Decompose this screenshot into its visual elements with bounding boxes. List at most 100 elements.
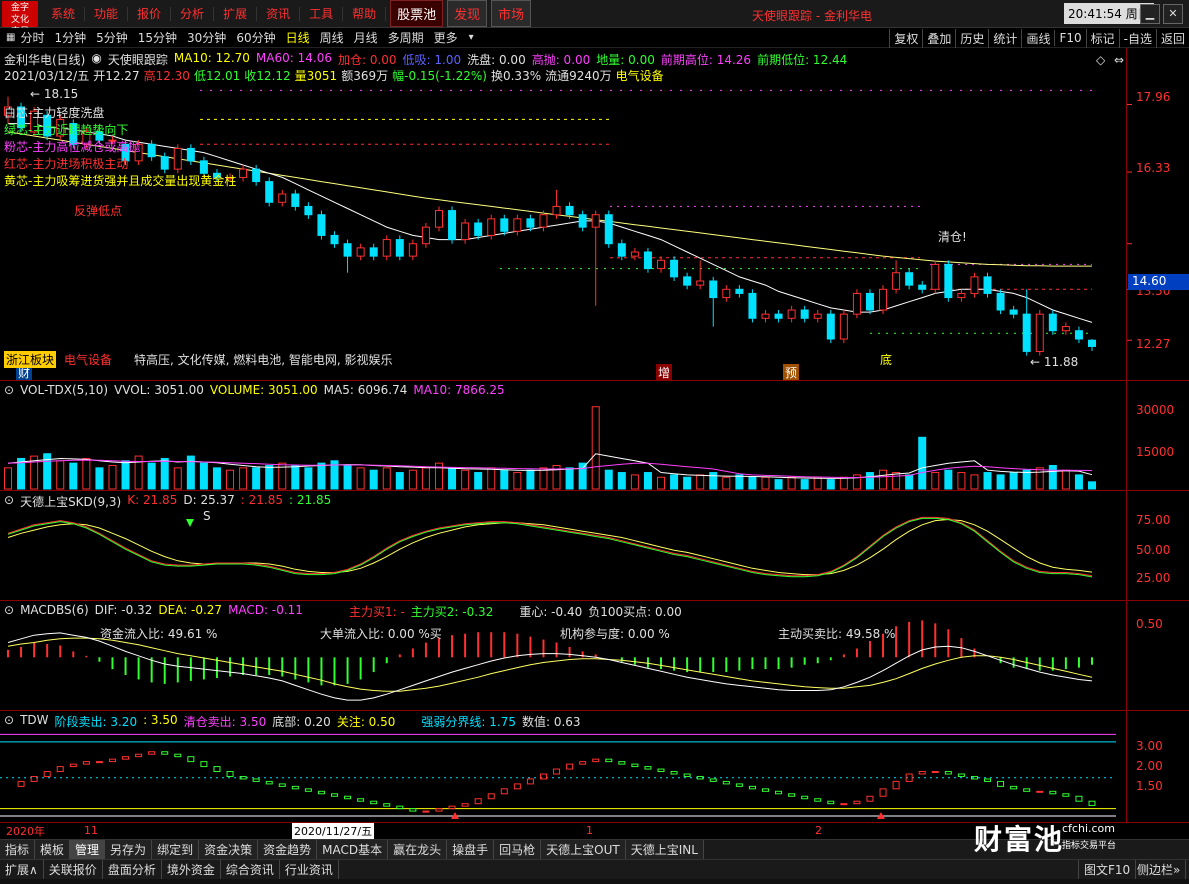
btab-general-news[interactable]: 综合资讯: [221, 860, 280, 879]
expand-icon[interactable]: ⇔: [1114, 53, 1124, 67]
price-pane[interactable]: 金利华电(日线) ◉ 天使眼跟踪 MA10: 12.70 MA60: 14.06…: [0, 48, 1189, 381]
tdw-name[interactable]: TDW: [20, 713, 48, 730]
diamond-icon[interactable]: ◇: [1096, 53, 1105, 67]
yu-badge[interactable]: 预: [783, 364, 800, 381]
btab-related-quote[interactable]: 关联报价: [44, 860, 103, 879]
f10-button[interactable]: F10: [1054, 30, 1085, 46]
menu-tools[interactable]: 工具: [300, 6, 344, 21]
volume-chart[interactable]: [0, 381, 1189, 491]
tf-15min[interactable]: 15分钟: [133, 29, 182, 46]
grid-icon[interactable]: ▦: [6, 32, 15, 43]
skd-name[interactable]: 天德上宝SKD(9,3): [20, 493, 121, 510]
candle-body: [408, 243, 417, 257]
itab-manage[interactable]: 管理: [70, 840, 106, 859]
itab-trader[interactable]: 操盘手: [447, 840, 495, 859]
sector-tag[interactable]: 电气设备: [64, 351, 112, 368]
menu-analysis[interactable]: 分析: [171, 6, 215, 21]
itab-saveas[interactable]: 另存为: [105, 840, 153, 859]
candle-body: [448, 210, 457, 241]
itab-template[interactable]: 模板: [35, 840, 71, 859]
btab-sidebar[interactable]: 侧边栏»: [1132, 860, 1187, 879]
btab-foreign-funds[interactable]: 境外资金: [162, 860, 221, 879]
discover-button[interactable]: 发现: [447, 0, 488, 27]
pane-collapse-icon[interactable]: ⊙: [4, 493, 14, 510]
btab-f10[interactable]: 图文F10: [1078, 860, 1137, 879]
history-button[interactable]: 历史: [955, 28, 988, 48]
watermark-logo: 财富池: [974, 823, 1065, 856]
macd-name[interactable]: MACDBS(6): [20, 603, 89, 620]
tf-60min[interactable]: 60分钟: [231, 29, 280, 46]
overlay-button[interactable]: 叠加: [922, 28, 955, 48]
btab-industry-news[interactable]: 行业资讯: [280, 860, 339, 879]
region-tag[interactable]: 浙江板块: [4, 351, 57, 368]
eye-icon: ◉: [91, 51, 102, 65]
adjust-button[interactable]: 复权: [889, 28, 922, 48]
low-marker-text: 11.88: [1043, 355, 1079, 369]
tdw-step: [108, 758, 116, 763]
volume-bar: [1048, 465, 1057, 490]
itab-tdsb-out[interactable]: 天德上宝OUT: [541, 840, 626, 859]
indicator-name[interactable]: 天使眼跟踪: [108, 51, 168, 68]
itab-fund-decision[interactable]: 资金决策: [199, 840, 259, 859]
zeng-badge[interactable]: 增: [656, 364, 673, 381]
minimize-icon[interactable]: ▁: [1140, 4, 1160, 24]
tdw-step: [605, 758, 613, 763]
draw-button[interactable]: 画线: [1021, 28, 1054, 48]
legend-white: 白芯-主力轻度洗盘: [4, 106, 105, 120]
volume-bar: [1088, 481, 1096, 490]
vol-name[interactable]: VOL-TDX(5,10): [20, 383, 108, 397]
pane-collapse-icon[interactable]: ⊙: [4, 713, 14, 730]
macd-pane[interactable]: ⊙ MACDBS(6) DIF: -0.32 DEA: -0.27 MACD: …: [0, 600, 1189, 711]
volume-pane[interactable]: ⊙ VOL-TDX(5,10) VVOL: 3051.00 VOLUME: 30…: [0, 380, 1189, 491]
candlestick-chart[interactable]: [0, 48, 1189, 380]
tf-multi[interactable]: 多周期: [383, 29, 429, 46]
tdw-pane[interactable]: ⊙ TDW 阶段卖出: 3.20 : 3.50 清仓卖出: 3.50 底部: 0…: [0, 710, 1189, 823]
vol-ma5-line: [7, 453, 1093, 479]
pane-collapse-icon[interactable]: ⊙: [4, 383, 14, 397]
tdw-step: [722, 780, 730, 785]
stock-pool-button[interactable]: 股票池: [390, 0, 444, 27]
btab-extend[interactable]: 扩展∧: [0, 860, 44, 879]
market-button[interactable]: 市场: [491, 0, 532, 27]
tf-weekly[interactable]: 周线: [315, 29, 349, 46]
menu-info[interactable]: 资讯: [257, 6, 301, 21]
menu-quote[interactable]: 报价: [128, 6, 172, 21]
itab-huimaqiang[interactable]: 回马枪: [494, 840, 542, 859]
tf-monthly[interactable]: 月线: [349, 29, 383, 46]
watchlist-button[interactable]: -自选: [1118, 28, 1156, 48]
itab-bind[interactable]: 绑定到: [152, 840, 200, 859]
tf-daily[interactable]: 日线: [281, 29, 315, 46]
stats-button[interactable]: 统计: [988, 28, 1021, 48]
itab-leader[interactable]: 赢在龙头: [388, 840, 448, 859]
itab-macd-basic[interactable]: MACD基本: [317, 840, 389, 859]
tf-5min[interactable]: 5分钟: [91, 29, 133, 46]
menu-extension[interactable]: 扩展: [214, 6, 258, 21]
date-month-11: 11: [84, 824, 98, 837]
tdw-step: [252, 778, 260, 782]
back-button[interactable]: 返回: [1155, 28, 1189, 48]
stock-title[interactable]: 金利华电(日线): [4, 51, 85, 68]
menu-function[interactable]: 功能: [85, 6, 129, 21]
low-absorb-value: 低吸: 1.00: [402, 53, 462, 67]
pane-collapse-icon[interactable]: ⊙: [4, 603, 14, 620]
high-marker-text: 18.15: [43, 87, 79, 101]
tf-1min[interactable]: 1分钟: [49, 29, 91, 46]
tf-more[interactable]: 更多: [429, 29, 463, 46]
tf-timeshare[interactable]: 分时: [15, 29, 49, 46]
active-buy-ratio: 主动买卖比: 49.58 %: [778, 627, 896, 641]
vol-ma10-line: [7, 459, 1093, 478]
skd-pane[interactable]: ⊙ 天德上宝SKD(9,3) K: 21.85 D: 25.37 : 21.85…: [0, 490, 1189, 601]
btab-market-analysis[interactable]: 盘面分析: [103, 860, 162, 879]
app-logo[interactable]: 金字文化交易: [2, 0, 38, 37]
menu-system[interactable]: 系统: [42, 6, 86, 21]
itab-fund-trend[interactable]: 资金趋势: [258, 840, 318, 859]
itab-tdsb-inl[interactable]: 天德上宝INL: [625, 840, 704, 859]
candle-body: [578, 214, 587, 228]
chevron-down-icon[interactable]: ▾: [469, 32, 474, 43]
menu-help[interactable]: 帮助: [343, 6, 387, 21]
mark-button[interactable]: 标记: [1085, 28, 1119, 48]
volume-bar: [421, 467, 430, 490]
itab-indicator[interactable]: 指标: [0, 840, 36, 859]
tf-30min[interactable]: 30分钟: [182, 29, 231, 46]
close-icon[interactable]: ✕: [1163, 4, 1183, 24]
